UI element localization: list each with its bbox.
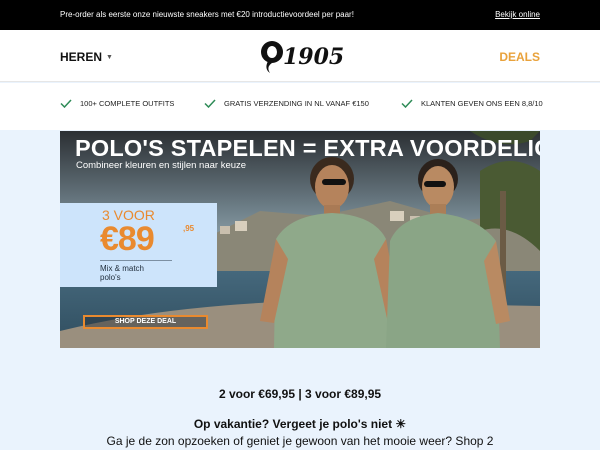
promo-price: €89: [100, 220, 155, 258]
deal-prices: 2 voor €69,95 | 3 voor €89,95: [218, 387, 382, 401]
heren-menu[interactable]: HEREN ▼: [60, 50, 113, 64]
usp-text: 100+ COMPLETE OUTFITS: [80, 99, 175, 108]
usp-item: 100+ COMPLETE OUTFITS: [60, 99, 174, 108]
usp-text: GRATIS VERZENDING IN NL VANAF €150: [224, 99, 369, 108]
promo-note: Mix & match polo's: [100, 264, 145, 282]
hero-title: POLO'S STAPELEN = EXTRA VOORDELIG: [75, 135, 540, 161]
email-page: Pre-order als eerste onze nieuwste sneak…: [0, 0, 600, 450]
hero-banner[interactable]: POLO'S STAPELEN = EXTRA VOORDELIG Combin…: [60, 131, 540, 348]
vacation-body: Ga je de zon opzoeken of geniet je gewoo…: [106, 434, 494, 448]
vacation-title: Op vakantie? Vergeet je polo's niet ☀: [193, 417, 407, 431]
promo-divider: [100, 260, 172, 261]
deals-link[interactable]: DEALS: [499, 50, 540, 64]
usp-bar: 100+ COMPLETE OUTFITS GRATIS VERZENDING …: [0, 83, 600, 130]
hero-subtitle: Combineer kleuren en stijlen naar keuze: [76, 160, 247, 171]
heren-menu-label: HEREN: [60, 50, 103, 64]
announcement-text: Pre-order als eerste onze nieuwste sneak…: [60, 10, 354, 19]
promo-cents: ,95: [183, 224, 195, 233]
usp-item: KLANTEN GEVEN ONS EEN 8,8/10: [401, 99, 543, 108]
site-header: HEREN ▼ 1905 DEALS: [0, 30, 600, 82]
promo-box: 3 VOOR €89 ,95 Mix & match polo's: [60, 203, 217, 287]
brand-logo[interactable]: 1905: [258, 39, 344, 75]
check-icon: [401, 99, 413, 108]
usp-item: GRATIS VERZENDING IN NL VANAF €150: [204, 99, 369, 108]
check-icon: [60, 99, 72, 108]
chevron-down-icon: ▼: [106, 53, 113, 61]
svg-text:1905: 1905: [283, 44, 344, 70]
usp-text: KLANTEN GEVEN ONS EEN 8,8/10: [421, 99, 543, 108]
check-icon: [204, 99, 216, 108]
announcement-bar: Pre-order als eerste onze nieuwste sneak…: [0, 0, 600, 30]
shop-deal-button[interactable]: SHOP DEZE DEAL: [83, 315, 208, 329]
view-online-link[interactable]: Bekijk online: [495, 10, 540, 19]
